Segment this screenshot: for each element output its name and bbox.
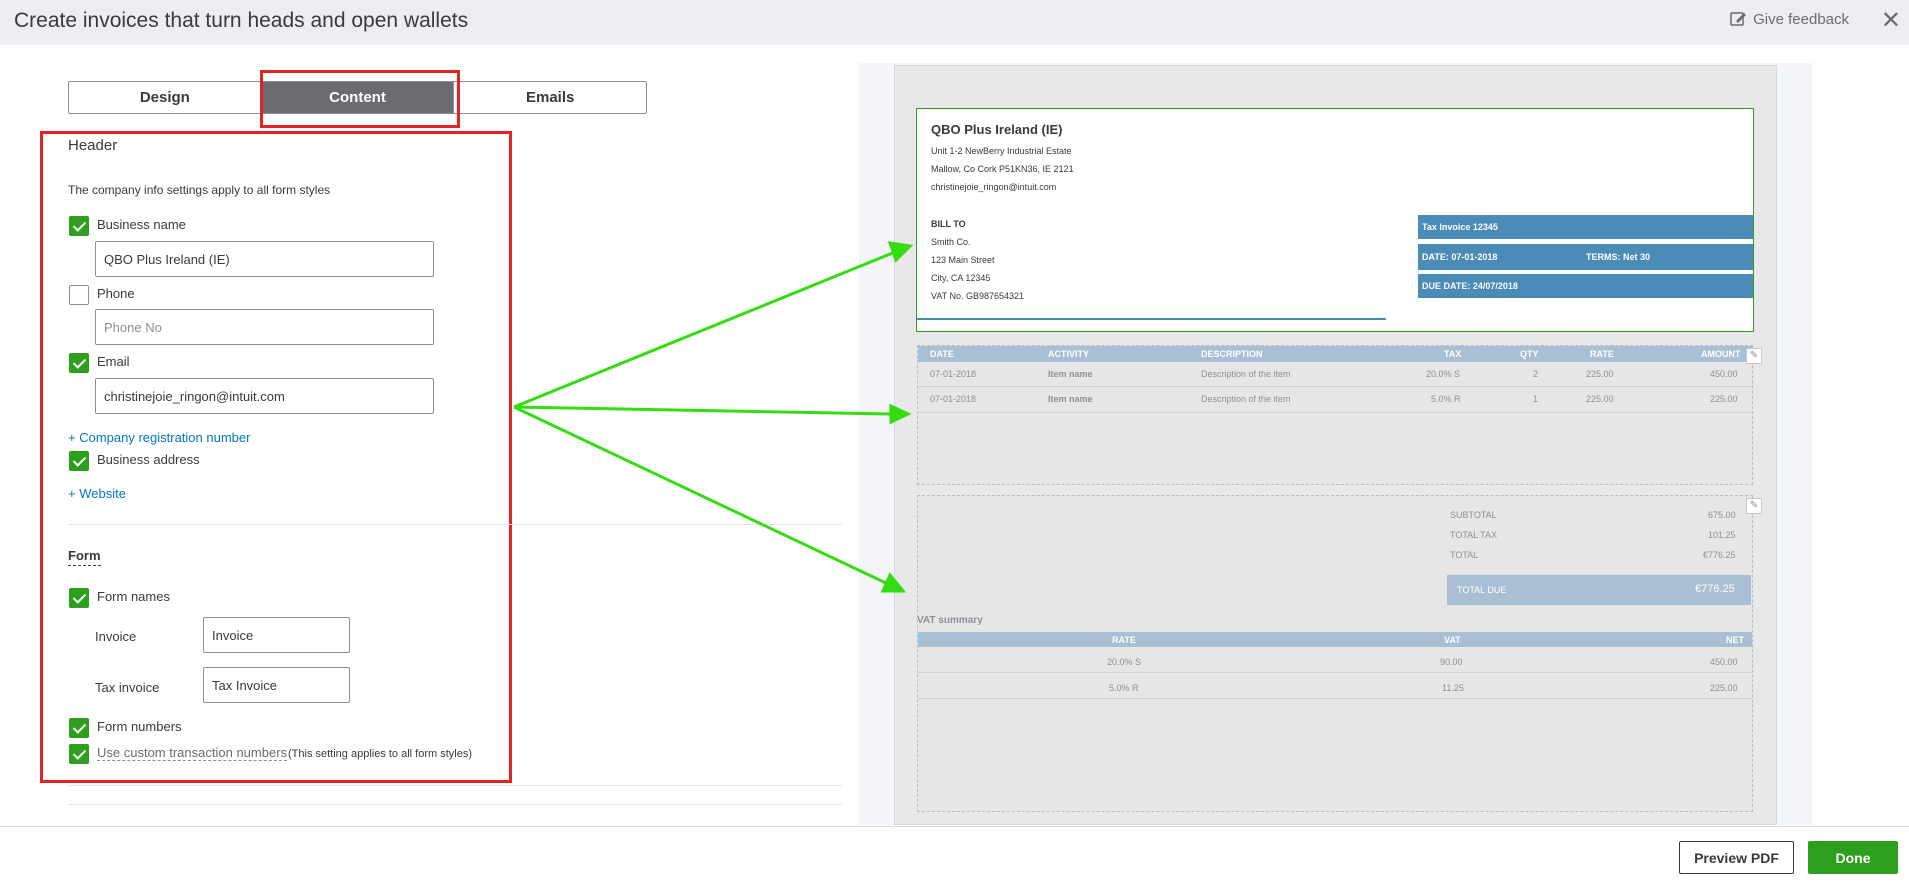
arrow-head xyxy=(887,241,914,263)
arrow-to-line-items xyxy=(513,405,893,416)
preview-pdf-button[interactable]: Preview PDF xyxy=(1679,841,1794,874)
arrow-head xyxy=(880,572,907,593)
done-button[interactable]: Done xyxy=(1808,841,1898,874)
footer-bar xyxy=(0,826,1909,882)
arrow-to-totals xyxy=(513,405,889,586)
annotation-arrows xyxy=(513,241,914,593)
arrow-head xyxy=(889,403,912,425)
arrow-to-header xyxy=(513,250,896,409)
